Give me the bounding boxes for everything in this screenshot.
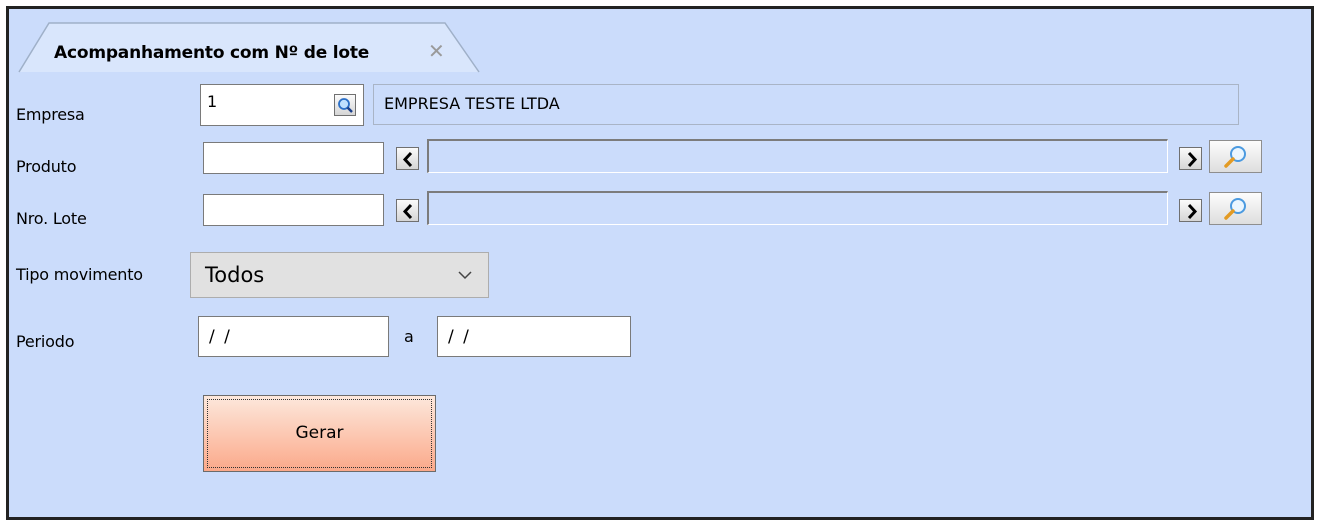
empresa-label: Empresa	[16, 105, 85, 124]
periodo-end-input[interactable]: / /	[437, 316, 631, 357]
chevron-down-icon	[458, 271, 472, 280]
produto-description-field	[427, 139, 1168, 173]
tab-acompanhamento[interactable]: Acompanhamento com Nº de lote ✕	[9, 15, 489, 73]
empresa-name-value: EMPRESA TESTE LTDA	[384, 94, 560, 113]
chevron-left-icon	[402, 151, 413, 168]
produto-label: Produto	[16, 157, 77, 176]
chevron-left-icon	[402, 203, 413, 220]
magnifier-icon	[338, 98, 353, 113]
produto-code-input[interactable]	[203, 142, 384, 174]
lote-lookup-button[interactable]	[1209, 192, 1262, 225]
lote-label: Nro. Lote	[16, 209, 87, 228]
produto-prev-button[interactable]	[396, 147, 419, 170]
empresa-search-button[interactable]	[334, 94, 356, 116]
periodo-start-value: / /	[209, 327, 232, 347]
periodo-separator: a	[404, 327, 414, 346]
periodo-end-value: / /	[448, 327, 471, 347]
gerar-label: Gerar	[295, 423, 344, 443]
chevron-right-icon	[1187, 151, 1198, 168]
search-icon	[1224, 198, 1246, 220]
tipo-movimento-select[interactable]: Todos	[190, 252, 489, 298]
lote-next-button[interactable]	[1179, 199, 1202, 222]
gerar-button[interactable]: Gerar	[203, 395, 436, 472]
lote-code-input[interactable]	[203, 194, 384, 226]
tipo-movimento-value: Todos	[205, 263, 265, 287]
produto-next-button[interactable]	[1179, 147, 1202, 170]
tab-title: Acompanhamento com Nº de lote	[54, 43, 370, 63]
tipo-movimento-label: Tipo movimento	[16, 265, 143, 284]
search-icon	[1224, 146, 1246, 168]
chevron-right-icon	[1187, 203, 1198, 220]
lote-description-field	[427, 191, 1168, 225]
empresa-name-field: EMPRESA TESTE LTDA	[373, 84, 1239, 125]
periodo-start-input[interactable]: / /	[198, 316, 389, 357]
form-window: Acompanhamento com Nº de lote ✕ Empresa …	[6, 6, 1314, 520]
produto-lookup-button[interactable]	[1209, 140, 1262, 173]
lote-prev-button[interactable]	[396, 199, 419, 222]
empresa-code-value: 1	[207, 92, 218, 111]
close-icon[interactable]: ✕	[428, 41, 445, 61]
periodo-label: Periodo	[16, 332, 75, 351]
